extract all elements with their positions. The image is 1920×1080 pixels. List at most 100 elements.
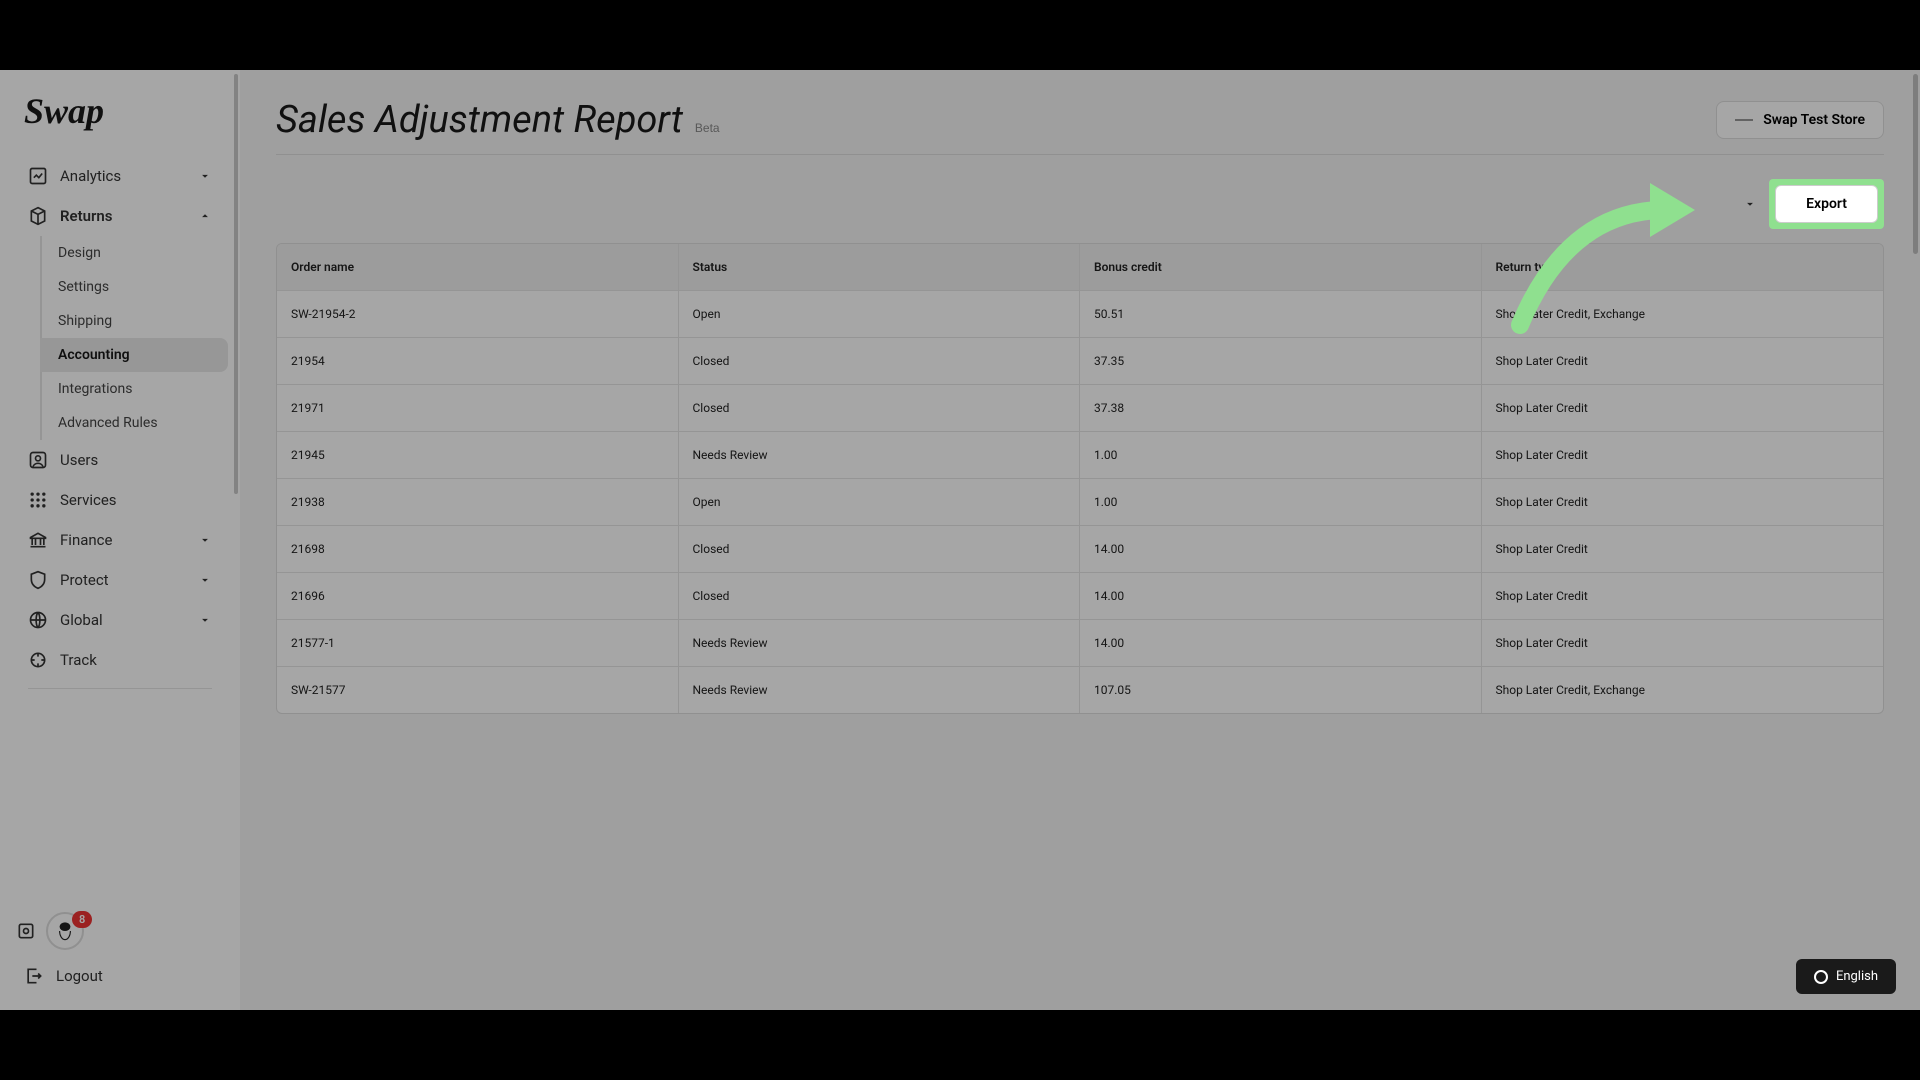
- sidebar-item-services[interactable]: Services: [12, 480, 228, 520]
- sidebar-item-returns[interactable]: Returns: [12, 196, 228, 236]
- logo: Swap: [0, 70, 240, 152]
- cell-credit: 1.00: [1080, 479, 1482, 526]
- cell-credit: 50.51: [1080, 291, 1482, 338]
- col-bonus-credit[interactable]: Bonus credit: [1080, 244, 1482, 291]
- letterbox-top: [0, 0, 1920, 70]
- logout-button[interactable]: Logout: [16, 958, 224, 994]
- export-highlight: Export: [1769, 179, 1884, 229]
- language-label: English: [1836, 969, 1878, 984]
- sidebar-item-label: Analytics: [60, 167, 186, 185]
- logout-label: Logout: [56, 967, 216, 985]
- header-row: Sales Adjustment Report Beta Swap Test S…: [276, 98, 1884, 142]
- cell-credit: 14.00: [1080, 573, 1482, 620]
- sidebar-item-protect[interactable]: Protect: [12, 560, 228, 600]
- page-title: Sales Adjustment Report Beta: [276, 98, 720, 142]
- divider: [276, 154, 1884, 155]
- sidebar-sub-item-accounting[interactable]: Accounting: [40, 338, 228, 372]
- divider: [28, 688, 212, 689]
- sidebar-item-label: Global: [60, 611, 186, 629]
- cell-order: 21696: [277, 573, 679, 620]
- cell-order: SW-21577: [277, 667, 679, 713]
- cell-credit: 107.05: [1080, 667, 1482, 713]
- cell-type: Shop Later Credit: [1482, 573, 1884, 620]
- sidebar-sub-item-integrations[interactable]: Integrations: [40, 372, 228, 406]
- cell-status: Closed: [679, 573, 1081, 620]
- circle-icon: [1814, 970, 1828, 984]
- cell-order: 21971: [277, 385, 679, 432]
- sidebar-item-finance[interactable]: Finance: [12, 520, 228, 560]
- cell-type: Shop Later Credit: [1482, 385, 1884, 432]
- page-title-text: Sales Adjustment Report: [276, 98, 683, 142]
- table-row[interactable]: SW-21577Needs Review107.05Shop Later Cre…: [277, 667, 1883, 713]
- sidebar-sub-item-shipping[interactable]: Shipping: [40, 304, 228, 338]
- cell-order: 21945: [277, 432, 679, 479]
- cell-credit: 37.35: [1080, 338, 1482, 385]
- cell-type: Shop Later Credit: [1482, 338, 1884, 385]
- chevron-down-icon: [198, 533, 212, 547]
- notification-row[interactable]: 8: [16, 912, 224, 950]
- dash-icon: [1735, 119, 1753, 121]
- cell-status: Needs Review: [679, 432, 1081, 479]
- col-status[interactable]: Status: [679, 244, 1081, 291]
- sidebar-item-label: Services: [60, 491, 212, 509]
- store-selector[interactable]: Swap Test Store: [1716, 101, 1884, 139]
- logout-icon: [24, 966, 44, 986]
- store-name: Swap Test Store: [1763, 112, 1865, 128]
- sidebar-item-label: Users: [60, 451, 212, 469]
- table-row[interactable]: 21696Closed14.00Shop Later Credit: [277, 573, 1883, 620]
- chevron-down-icon: [198, 573, 212, 587]
- sidebar-sub-item-design[interactable]: Design: [40, 236, 228, 270]
- sidebar-bottom: 8 Logout: [0, 900, 240, 1010]
- sidebar-item-users[interactable]: Users: [12, 440, 228, 480]
- table-row[interactable]: SW-21954-2Open50.51Shop Later Credit, Ex…: [277, 291, 1883, 338]
- table-row[interactable]: 21698Closed14.00Shop Later Credit: [277, 526, 1883, 573]
- cell-order: SW-21954-2: [277, 291, 679, 338]
- bank-icon: [28, 530, 48, 550]
- user-icon: [28, 450, 48, 470]
- table-row[interactable]: 21577-1Needs Review14.00Shop Later Credi…: [277, 620, 1883, 667]
- toolbar: Export: [276, 179, 1884, 229]
- chevron-down-icon: [198, 169, 212, 183]
- sidebar-item-track[interactable]: Track: [12, 640, 228, 680]
- cell-order: 21938: [277, 479, 679, 526]
- cell-credit: 1.00: [1080, 432, 1482, 479]
- col-return-type[interactable]: Return type: [1482, 244, 1884, 291]
- sidebar-sub-item-advanced-rules[interactable]: Advanced Rules: [40, 406, 228, 440]
- main-content: Sales Adjustment Report Beta Swap Test S…: [240, 70, 1920, 1010]
- table-row[interactable]: 21945Needs Review1.00Shop Later Credit: [277, 432, 1883, 479]
- cell-credit: 14.00: [1080, 526, 1482, 573]
- cell-type: Shop Later Credit: [1482, 526, 1884, 573]
- cell-status: Closed: [679, 338, 1081, 385]
- cell-order: 21698: [277, 526, 679, 573]
- cell-type: Shop Later Credit: [1482, 432, 1884, 479]
- col-order-name[interactable]: Order name: [277, 244, 679, 291]
- sidebar-sub-item-settings[interactable]: Settings: [40, 270, 228, 304]
- table-header: Order name Status Bonus credit Return ty…: [277, 244, 1883, 291]
- chevron-down-icon: [198, 613, 212, 627]
- date-range-toggle[interactable]: [1743, 197, 1757, 211]
- sidebar-item-global[interactable]: Global: [12, 600, 228, 640]
- scrollbar-thumb[interactable]: [1913, 74, 1918, 254]
- scrollbar-thumb[interactable]: [234, 74, 238, 494]
- cell-type: Shop Later Credit, Exchange: [1482, 667, 1884, 713]
- sidebar-item-analytics[interactable]: Analytics: [12, 156, 228, 196]
- grid-icon: [28, 490, 48, 510]
- report-table: Order name Status Bonus credit Return ty…: [276, 243, 1884, 714]
- sidebar-scrollbar[interactable]: [232, 70, 240, 1010]
- table-body: SW-21954-2Open50.51 Shop Later Credit, Ex…: [277, 291, 1883, 713]
- cell-credit: 14.00: [1080, 620, 1482, 667]
- table-row[interactable]: 21954Closed37.35Shop Later Credit: [277, 338, 1883, 385]
- nav: Analytics Returns Design Settings Shippi…: [0, 152, 240, 900]
- table-row[interactable]: 21938Open1.00Shop Later Credit: [277, 479, 1883, 526]
- cell-status: Open: [679, 291, 1081, 338]
- sidebar-item-label: Finance: [60, 531, 186, 549]
- sidebar: Swap Analytics Returns: [0, 70, 240, 1010]
- language-selector[interactable]: English: [1796, 959, 1896, 994]
- cell-status: Closed: [679, 385, 1081, 432]
- cell-order: 21954: [277, 338, 679, 385]
- export-button[interactable]: Export: [1775, 185, 1878, 223]
- notification-icon: [16, 921, 36, 941]
- table-row[interactable]: 21971Closed37.38Shop Later Credit: [277, 385, 1883, 432]
- main-scrollbar[interactable]: [1910, 70, 1920, 1010]
- sidebar-item-label: Returns: [60, 207, 186, 225]
